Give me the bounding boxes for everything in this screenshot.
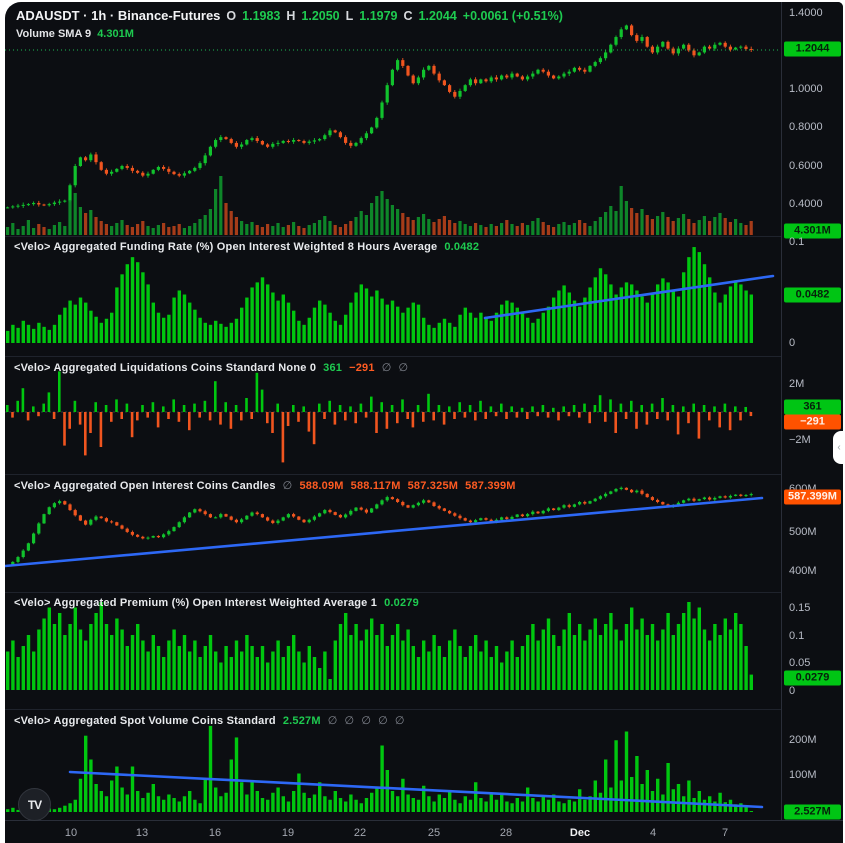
axis-price-badge: 0.0279 [784,670,841,686]
time-label: 16 [208,826,222,839]
axis-label: 1.0000 [789,83,823,95]
axis-label: 0.1 [789,630,805,642]
axis-label: 500M [789,526,817,538]
axis-label: 0.4000 [789,198,823,210]
premium-title-segment: <Velo> Aggregated Premium (%) Open Inter… [14,597,378,609]
volume-sma-value: 4.301M [97,28,134,40]
page: ADAUSDT · 1h · Binance-Futures O 1.1983 … [0,0,845,843]
price-axis[interactable]: 1.4000 1.0000 0.8000 0.6000 0.4000 1.2044 4.30… [781,2,843,820]
axis-label: 0 [789,685,796,697]
spot-volume-title-segment: ∅ [378,715,388,727]
open-interest-title-segment: 587.325M [407,480,459,492]
open-interest-title[interactable]: <Velo> Aggregated Open Interest Coins Ca… [14,479,516,492]
axis-price-badge: 0.0482 [784,287,841,303]
axis-price-badge: 587.399M [784,489,841,505]
axis-label: 0 [789,337,796,349]
volume-indicator-row[interactable]: Volume SMA 9 4.301M [16,28,563,40]
time-label: 13 [135,826,149,839]
liquidations-title-segment: ∅ [381,362,392,374]
liquidations-title-segment: <Velo> Aggregated Liquidations Coins Sta… [14,362,317,374]
change-value: +0.0061 (+0.51%) [462,9,563,23]
panel-collapse-handle[interactable]: ‹ [833,431,845,464]
close-label: C [403,9,413,23]
axis-label: 400M [789,565,817,577]
open-interest-title-segment: 587.399M [465,480,516,492]
axis-label: 0.05 [789,657,811,669]
open-interest-title-segment: ∅ [282,480,293,492]
liquidations-title-segment: 361 [323,362,343,374]
spot-volume-title[interactable]: <Velo> Aggregated Spot Volume Coins Stan… [14,714,405,727]
liquidations-title-segment: ∅ [398,362,409,374]
axis-label: 100M [789,769,817,781]
close-value: 1.2044 [418,9,457,23]
axis-label: 2M [789,378,805,390]
volume-sma-label: Volume SMA 9 [16,28,92,40]
time-label: 28 [499,826,513,839]
axis-price-badge: 1.2044 [784,41,841,57]
chart-legend[interactable]: ADAUSDT · 1h · Binance-Futures O 1.1983 … [16,8,563,40]
open-interest-title-segment: 588.09M [299,480,344,492]
premium-plot [6,602,753,690]
pane-spot-volume[interactable]: <Velo> Aggregated Spot Volume Coins Stan… [5,709,781,821]
liquidations-title-segment: −291 [349,362,375,374]
tradingview-logo[interactable]: TV [18,788,51,821]
open-interest-title-segment: 588.117M [350,480,401,492]
spot-volume-title-segment: <Velo> Aggregated Spot Volume Coins Stan… [14,715,276,727]
axis-label: 200M [789,734,817,746]
time-label: 25 [427,826,441,839]
low-label: L [345,9,354,23]
open-label: O [226,9,237,23]
axis-label: 0.15 [789,602,811,614]
open-interest-title-segment: <Velo> Aggregated Open Interest Coins Ca… [14,480,276,492]
axis-label: −2M [789,434,811,446]
pane-liquidations[interactable]: <Velo> Aggregated Liquidations Coins Sta… [5,356,781,475]
time-label: 10 [64,826,78,839]
time-label: 4 [649,826,657,839]
chevron-left-icon: ‹ [837,442,841,453]
open-value: 1.1983 [242,9,281,23]
spot-volume-title-segment: ∅ [327,715,338,727]
spot-volume-title-segment: ∅ [361,715,372,727]
axis-label: 1.4000 [789,7,823,19]
axis-label: 0.6000 [789,160,823,172]
high-value: 1.2050 [301,9,340,23]
funding-title-segment: 0.0482 [444,241,480,253]
symbol-ohlc-row: ADAUSDT · 1h · Binance-Futures O 1.1983 … [16,8,563,23]
funding-title[interactable]: <Velo> Aggregated Funding Rate (%) Open … [14,241,479,253]
axis-price-badge: −291 [784,414,841,430]
axis-label: 0.1 [789,236,805,248]
pane-open-interest[interactable]: <Velo> Aggregated Open Interest Coins Ca… [5,474,781,593]
pane-premium[interactable]: <Velo> Aggregated Premium (%) Open Inter… [5,592,781,710]
time-label: Dec [569,826,591,839]
symbol-title[interactable]: ADAUSDT · 1h · Binance-Futures [16,8,220,23]
pane-funding[interactable]: <Velo> Aggregated Funding Rate (%) Open … [5,236,781,357]
open-interest-trendline[interactable] [5,496,764,568]
time-label: 7 [721,826,729,839]
liquidations-title[interactable]: <Velo> Aggregated Liquidations Coins Sta… [14,361,408,374]
axis-price-badge: 361 [784,399,841,415]
axis-price-badge: 2.527M [784,804,841,820]
chart-widget: ADAUSDT · 1h · Binance-Futures O 1.1983 … [5,2,843,843]
premium-title-segment: 0.0279 [384,597,419,609]
low-value: 1.1979 [359,9,398,23]
time-axis[interactable]: 10 13 16 19 22 25 28 Dec 4 7 [5,820,843,843]
funding-title-segment: <Velo> Aggregated Funding Rate (%) Open … [14,241,438,253]
spot-volume-title-segment: ∅ [344,715,355,727]
time-label: 22 [353,826,367,839]
spot-volume-title-segment: 2.527M [282,715,321,727]
premium-title[interactable]: <Velo> Aggregated Premium (%) Open Inter… [14,597,419,609]
axis-label: 0.8000 [789,121,823,133]
funding-plot [6,247,775,343]
spot-volume-title-segment: ∅ [394,715,405,727]
high-label: H [286,9,296,23]
time-label: 19 [281,826,295,839]
